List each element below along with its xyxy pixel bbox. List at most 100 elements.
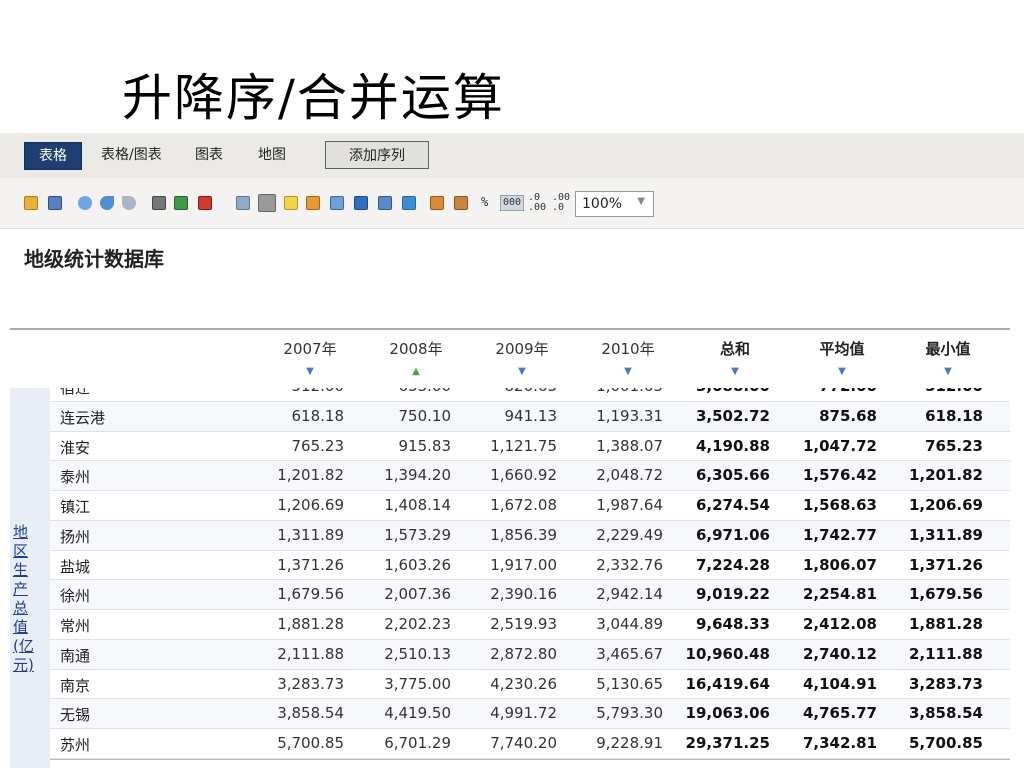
table-cell: 2,202.23 bbox=[384, 615, 451, 633]
column-header[interactable]: 2008年 bbox=[376, 338, 456, 359]
table-row: 盐城 1,371.26 1,603.26 1,917.00 2,332.76 7,224.… bbox=[50, 550, 1010, 581]
table-row: 扬州 1,311.89 1,573.29 1,856.39 2,229.49 6,971.… bbox=[50, 520, 1010, 551]
table-cell: 1,881.28 bbox=[277, 615, 344, 633]
table-cell: 6,305.66 bbox=[695, 466, 770, 485]
table-cell: 2,519.93 bbox=[490, 615, 557, 633]
sort-descending-icon[interactable]: ▼ bbox=[908, 366, 988, 377]
tab-table-chart[interactable]: 表格/图表 bbox=[101, 142, 162, 168]
table-cell: 618.18 bbox=[291, 406, 345, 425]
table-cell: 2,007.36 bbox=[384, 585, 451, 604]
table-cell: 1,121.75 bbox=[490, 436, 557, 455]
table-header: 2007年 ▼ 2008年 ▲ 2009年 ▼ 2010年 ▼ 总和 ▼ 平均值 ▼ 最小值 ▼ bbox=[10, 328, 1010, 390]
tab-map[interactable]: 地图 bbox=[258, 142, 286, 168]
total-row: 总和（地区生产总值(亿元)）25,532.9129,915.3834,741.2… bbox=[50, 758, 1010, 768]
table-cell: 3,502.72 bbox=[695, 406, 770, 425]
table-row: 南通 2,111.88 2,510.13 2,872.80 3,465.67 10,960… bbox=[50, 639, 1010, 670]
chart-icon[interactable] bbox=[454, 196, 468, 210]
export-excel-icon[interactable] bbox=[174, 196, 188, 210]
report-title: 地级统计数据库 bbox=[24, 247, 164, 271]
table-cell: 820.63 bbox=[465, 388, 558, 395]
table-cell: 9,019.22 bbox=[695, 585, 770, 604]
table-cell: 16,419.64 bbox=[685, 674, 770, 693]
table-cell: 4,104.91 bbox=[802, 674, 877, 693]
table-cell: 1,881.28 bbox=[908, 615, 983, 633]
table-cell: 6,274.54 bbox=[695, 496, 770, 514]
tab-chart[interactable]: 图表 bbox=[195, 142, 223, 168]
layout-6-icon[interactable] bbox=[402, 196, 416, 210]
table-cell: 1,206.69 bbox=[908, 496, 983, 514]
table-cell: 2,332.76 bbox=[596, 555, 663, 574]
table-cell: 3,283.73 bbox=[277, 674, 344, 693]
zoom-select[interactable]: 100% ▼ bbox=[575, 191, 654, 217]
undo-icon[interactable] bbox=[100, 196, 114, 210]
row-label: 徐州 bbox=[60, 587, 91, 606]
table-row: 南京 3,283.73 3,775.00 4,230.26 5,130.65 16,419… bbox=[50, 669, 1010, 700]
table-cell: 9,228.91 bbox=[596, 734, 663, 752]
table-cell: 2,412.08 bbox=[802, 615, 877, 633]
print-icon[interactable] bbox=[152, 196, 166, 210]
row-label: 无锡 bbox=[60, 706, 91, 725]
table-cell: 1,201.82 bbox=[908, 466, 983, 485]
table-cell: 7,342.81 bbox=[802, 734, 877, 752]
zoom-value: 100% bbox=[582, 196, 623, 212]
side-dimension-link[interactable]: 地区生产总值(亿元) bbox=[13, 523, 39, 675]
table-cell: 915.83 bbox=[398, 436, 452, 455]
save-icon[interactable] bbox=[48, 196, 62, 210]
layout-2-icon[interactable] bbox=[306, 196, 320, 210]
table-cell: 5,130.65 bbox=[596, 674, 663, 693]
tab-table[interactable]: 表格 bbox=[24, 142, 82, 170]
column-header[interactable]: 最小值 bbox=[908, 338, 988, 359]
table-row: 无锡 3,858.54 4,419.50 4,991.72 5,793.30 19,063… bbox=[50, 699, 1010, 729]
side-dimension-label: 地区生产总值(亿元) bbox=[10, 388, 50, 768]
refresh-icon[interactable] bbox=[78, 196, 92, 210]
table-cell: 1,201.82 bbox=[277, 466, 344, 485]
transpose-icon[interactable] bbox=[258, 194, 276, 212]
percent-button[interactable]: % bbox=[481, 196, 488, 208]
table-cell: 2,048.72 bbox=[596, 466, 663, 485]
table-cell: 633.00 bbox=[359, 388, 452, 395]
toolbar: % 000 .0 .00 .00 .0 bbox=[0, 178, 1024, 229]
sort-ascending-icon[interactable]: ▲ bbox=[376, 366, 456, 377]
layout-5-icon[interactable] bbox=[378, 196, 392, 210]
row-label: 泰州 bbox=[60, 468, 91, 487]
column-header[interactable]: 2009年 bbox=[482, 338, 562, 359]
sort-descending-icon[interactable]: ▼ bbox=[588, 366, 668, 377]
redo-icon[interactable] bbox=[122, 196, 136, 210]
table-row: 徐州 1,679.56 2,007.36 2,390.16 2,942.14 9,019.… bbox=[50, 580, 1010, 610]
add-series-button[interactable]: 添加序列 bbox=[325, 141, 429, 169]
column-header[interactable]: 2007年 bbox=[270, 338, 350, 359]
layout-3-icon[interactable] bbox=[330, 196, 344, 210]
column-header[interactable]: 总和 bbox=[695, 338, 775, 359]
table-cell: 4,765.77 bbox=[802, 704, 877, 723]
table-cell: 1,742.77 bbox=[802, 525, 877, 544]
row-label: 南通 bbox=[60, 646, 91, 665]
layout-1-icon[interactable] bbox=[284, 196, 298, 210]
export-pdf-icon[interactable] bbox=[198, 196, 212, 210]
sort-descending-icon[interactable]: ▼ bbox=[482, 366, 562, 377]
increase-decimal-button[interactable]: .0 .00 bbox=[528, 193, 546, 213]
table-cell: 1,408.14 bbox=[384, 496, 451, 514]
calc-icon[interactable] bbox=[430, 196, 444, 210]
open-icon[interactable] bbox=[24, 196, 38, 210]
table-cell: 772.00 bbox=[785, 388, 877, 395]
table-cell: 1,660.92 bbox=[490, 466, 557, 485]
sort-descending-icon[interactable]: ▼ bbox=[270, 366, 350, 377]
table-cell: 4,419.50 bbox=[384, 704, 451, 723]
layout-4-icon[interactable] bbox=[354, 196, 368, 210]
sort-descending-icon[interactable]: ▼ bbox=[695, 366, 775, 377]
table-cell: 3,283.73 bbox=[908, 674, 983, 693]
thousands-separator-button[interactable]: 000 bbox=[500, 195, 525, 211]
table-cell: 2,111.88 bbox=[908, 644, 983, 663]
decrease-decimal-button[interactable]: .00 .0 bbox=[552, 193, 570, 213]
table-rows: 宿迁 512.00 633.00 820.63 1,001.65 3,088.00 772.… bbox=[50, 388, 1010, 768]
column-header[interactable]: 2010年 bbox=[588, 338, 668, 359]
table-cell: 1,311.89 bbox=[277, 525, 344, 544]
table-cell: 765.23 bbox=[925, 436, 983, 455]
copy-icon[interactable] bbox=[236, 196, 250, 210]
column-header[interactable]: 平均值 bbox=[802, 338, 882, 359]
table-cell: 7,224.28 bbox=[695, 555, 770, 574]
sort-descending-icon[interactable]: ▼ bbox=[802, 366, 882, 377]
table-cell: 9,648.33 bbox=[695, 615, 770, 633]
table-cell: 3,775.00 bbox=[384, 674, 451, 693]
table-cell: 512.00 bbox=[891, 388, 983, 395]
